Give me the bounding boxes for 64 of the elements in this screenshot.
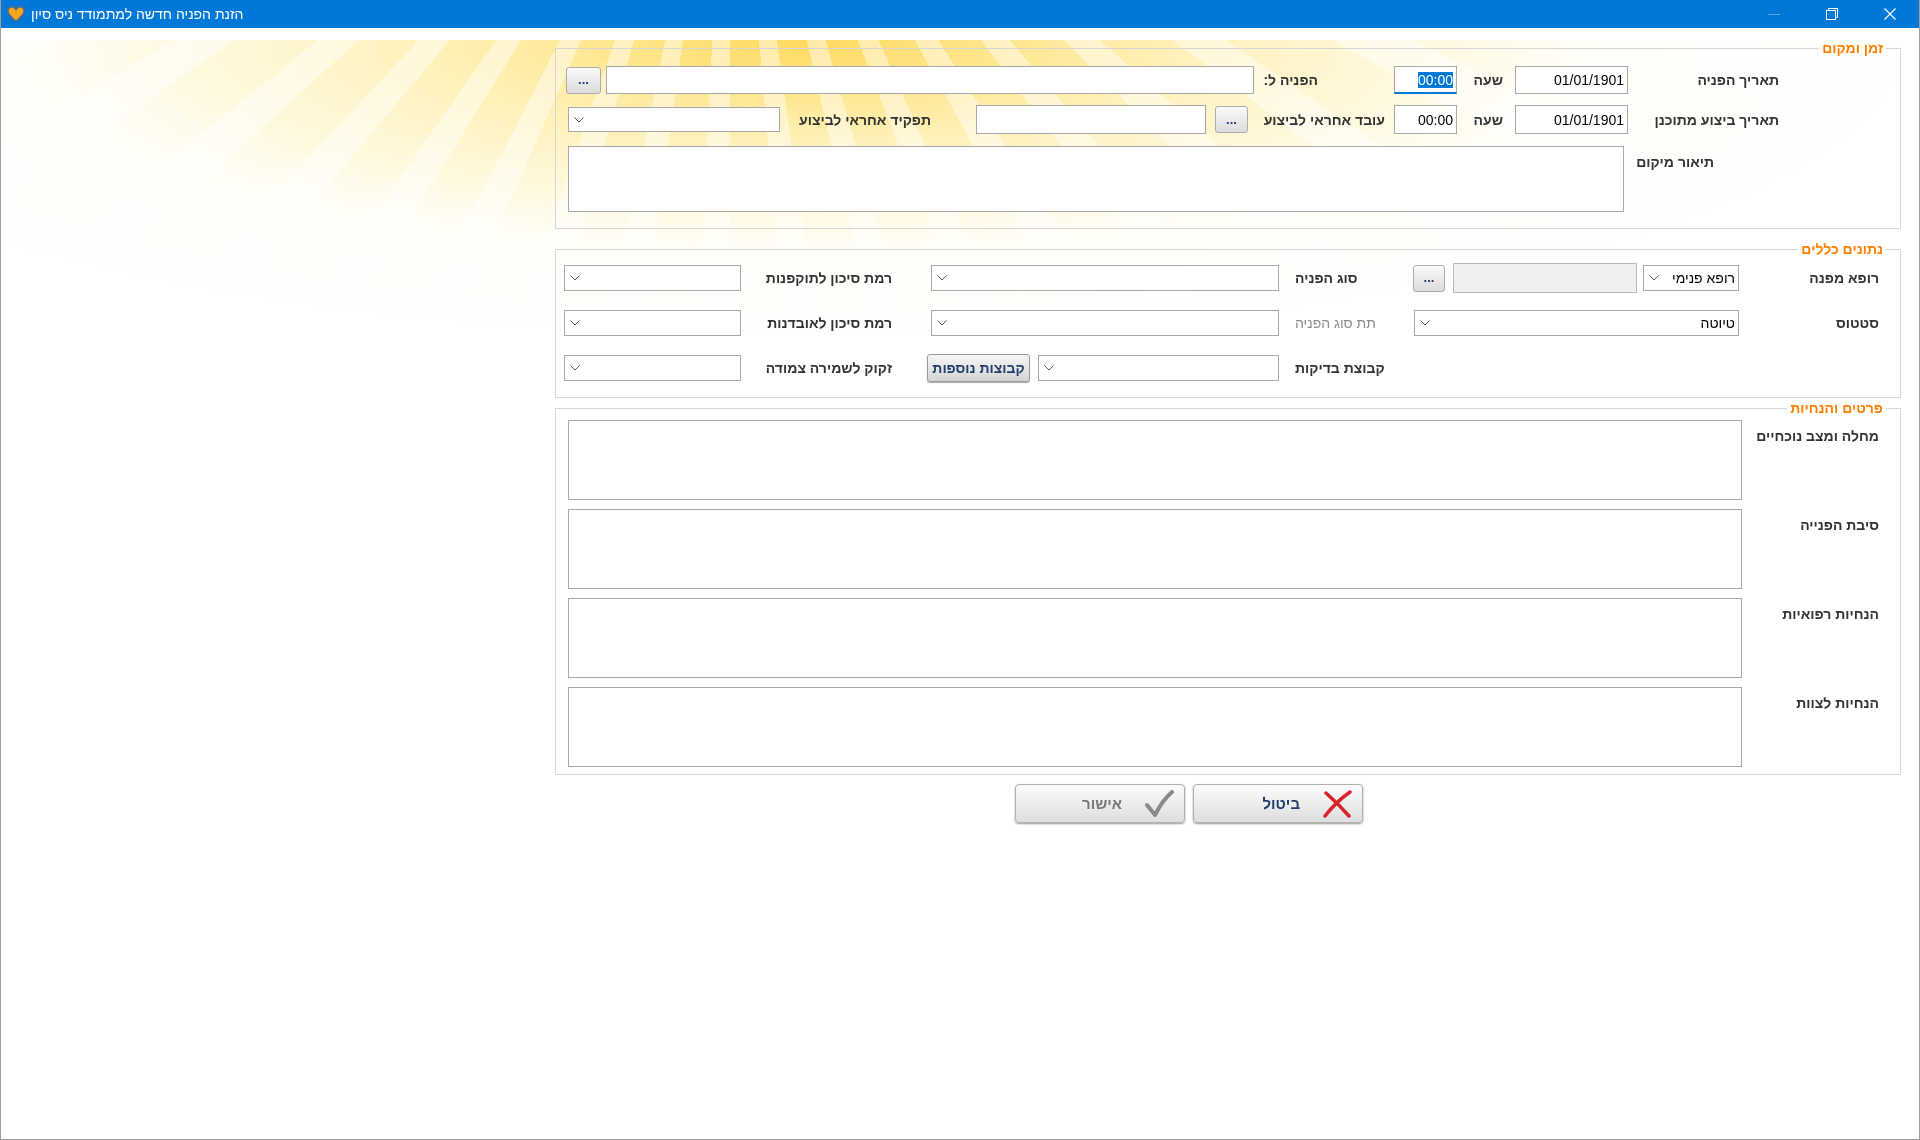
field-label: רמת סיכון לתוקפנות bbox=[764, 270, 892, 286]
groups-button[interactable]: קבוצות נוספות bbox=[927, 354, 1030, 382]
check-icon bbox=[1144, 789, 1174, 818]
field-label: הנחיות רפואיות bbox=[1781, 605, 1879, 622]
field-label: עובד אחראי לביצוע bbox=[1262, 111, 1385, 128]
minimize-icon[interactable] bbox=[1768, 13, 1780, 15]
cancel-button[interactable]: ביטול bbox=[1193, 784, 1363, 823]
dropdown[interactable] bbox=[568, 107, 780, 132]
text-area[interactable] bbox=[568, 146, 1624, 212]
dropdown[interactable] bbox=[1038, 355, 1279, 381]
chevron-icon bbox=[574, 116, 584, 123]
field-label: זקוק לשמירה צמודה bbox=[764, 360, 892, 376]
dropdown[interactable] bbox=[564, 355, 741, 381]
chevron-icon bbox=[570, 275, 580, 281]
window-title: הזנת הפניה חדשה למתמודד ניס סיון bbox=[31, 6, 244, 22]
ellipsis-button[interactable]: ... bbox=[566, 66, 601, 94]
field-label: הנחיות לצוות bbox=[1795, 694, 1879, 711]
field-label: תפקיד אחראי לביצוע bbox=[798, 111, 931, 128]
dropdown[interactable] bbox=[564, 310, 741, 336]
field-label: שעה bbox=[1472, 111, 1503, 128]
ellipsis-button[interactable]: ... bbox=[1413, 264, 1445, 292]
chevron-icon bbox=[937, 275, 947, 281]
chevron-icon bbox=[937, 320, 947, 326]
time-field[interactable]: 00:00 bbox=[1394, 105, 1457, 134]
field-label: שעה bbox=[1472, 72, 1503, 88]
field-label: קבוצת בדיקות bbox=[1295, 360, 1386, 376]
dropdown[interactable]: רופא פנימי bbox=[1643, 265, 1739, 291]
chevron-icon bbox=[1044, 365, 1054, 371]
chevron-icon bbox=[1420, 320, 1430, 326]
close-icon[interactable] bbox=[1884, 8, 1896, 20]
dropdown[interactable] bbox=[931, 265, 1279, 291]
field-label: סוג הפניה bbox=[1295, 270, 1359, 286]
text-area[interactable] bbox=[568, 509, 1742, 589]
field-label: תת סוג הפניה bbox=[1295, 315, 1377, 331]
field-label: רמת סיכון לאובדנות bbox=[766, 315, 892, 331]
chevron-icon bbox=[1649, 275, 1659, 281]
time-field[interactable]: 00:00 bbox=[1394, 66, 1457, 94]
date-field[interactable]: 01/01/1901 bbox=[1515, 66, 1628, 94]
date-field[interactable]: 01/01/1901 bbox=[1515, 105, 1628, 134]
dropdown[interactable]: טיוטה bbox=[1414, 310, 1739, 336]
field-label: תאריך ביצוע מתוכנן bbox=[1653, 111, 1779, 128]
dropdown[interactable] bbox=[564, 265, 741, 291]
field-label: רופא מפנה bbox=[1808, 270, 1879, 286]
heart-icon bbox=[7, 6, 25, 22]
field-label: הפניה ל: bbox=[1262, 72, 1318, 88]
text-area[interactable] bbox=[568, 420, 1742, 500]
field-label: סיבת הפנייה bbox=[1799, 516, 1879, 533]
field-label: סטטוס bbox=[1834, 315, 1879, 331]
text-area[interactable] bbox=[568, 687, 1742, 767]
text-field[interactable] bbox=[976, 105, 1206, 134]
group-title: זמן ומקום bbox=[1821, 40, 1884, 56]
dropdown[interactable] bbox=[931, 310, 1279, 336]
group-title: פרטים והנחיות bbox=[1789, 400, 1884, 416]
text-field[interactable] bbox=[606, 66, 1254, 94]
chevron-icon bbox=[570, 365, 580, 371]
cross-icon bbox=[1322, 789, 1352, 818]
ellipsis-button[interactable]: ... bbox=[1215, 106, 1248, 133]
field-label: תיאור מיקום bbox=[1635, 153, 1714, 170]
text-area[interactable] bbox=[568, 598, 1742, 678]
restore-icon[interactable] bbox=[1826, 8, 1838, 20]
field-label: מחלה ומצב נוכחיים bbox=[1755, 427, 1879, 444]
field-label: תאריך הפניה bbox=[1696, 72, 1779, 88]
group-title: נתונים כללים bbox=[1800, 241, 1884, 257]
chevron-icon bbox=[570, 320, 580, 326]
